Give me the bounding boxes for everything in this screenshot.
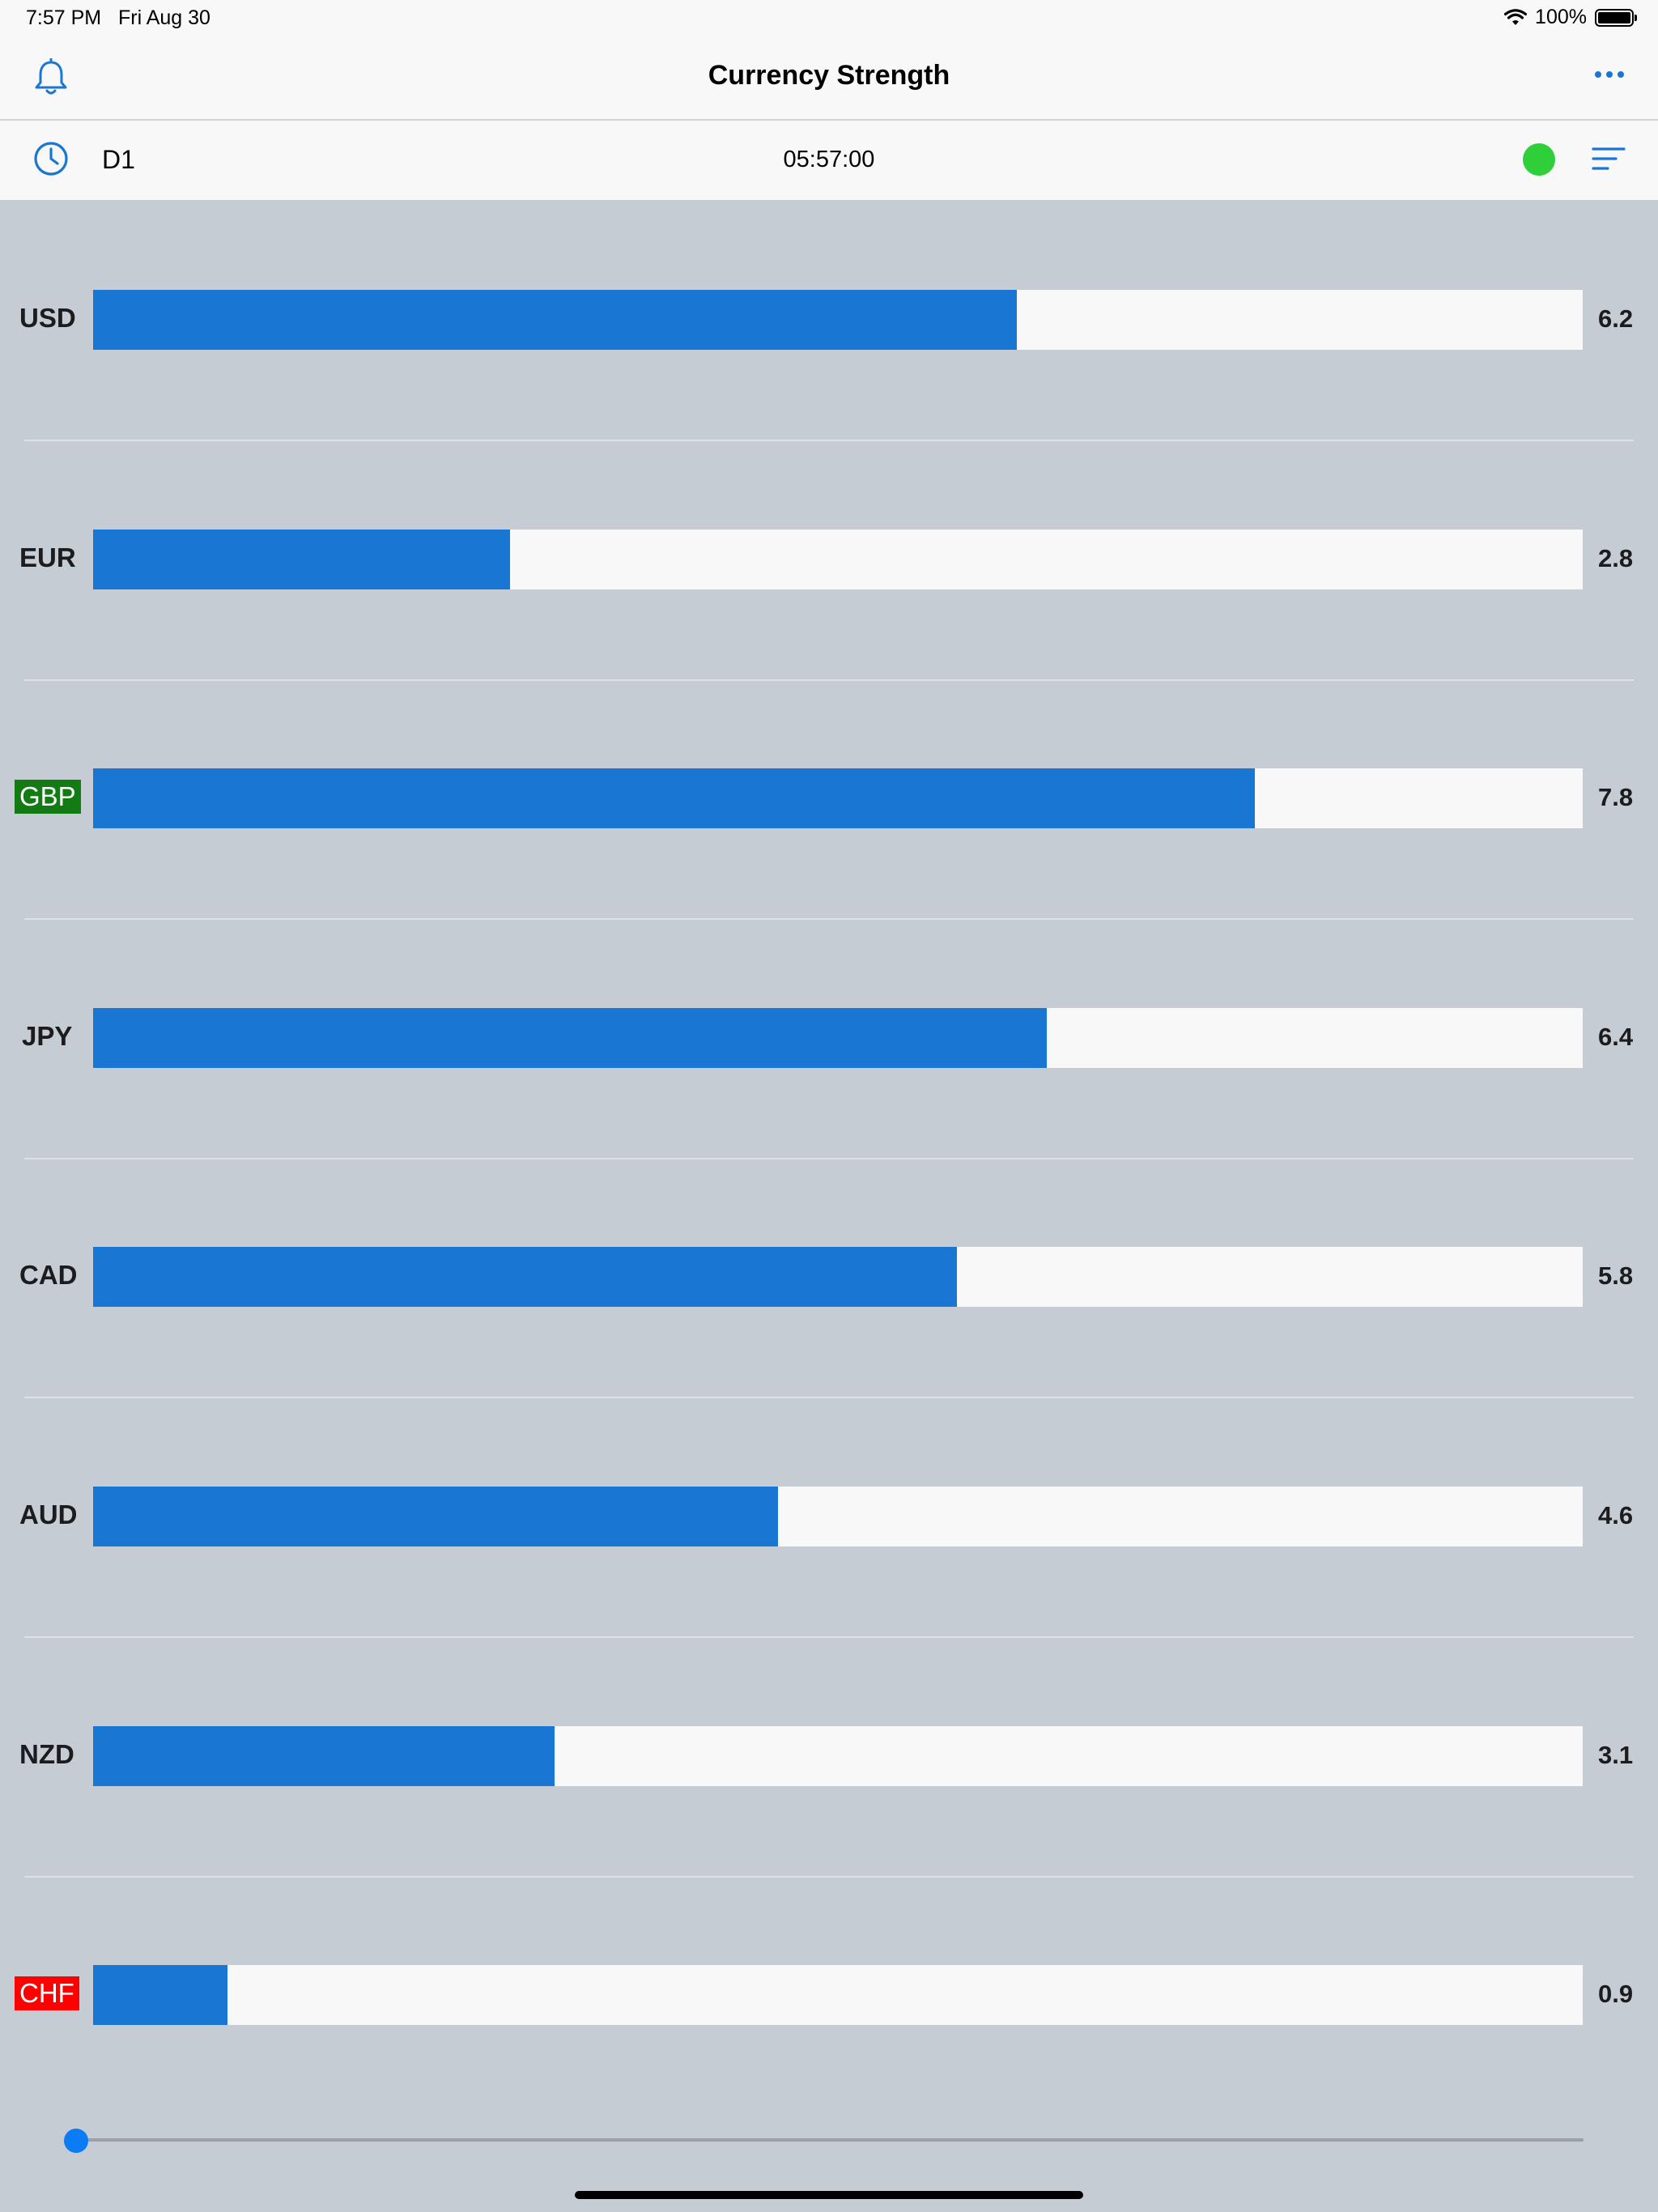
strength-bar — [93, 1008, 1047, 1068]
strength-bar — [93, 1247, 958, 1307]
status-right: 100% — [1504, 6, 1637, 29]
strength-value: 0.9 — [1598, 1980, 1634, 2008]
strength-track — [93, 530, 1583, 589]
strength-bar — [93, 290, 1017, 350]
row-separator — [24, 1397, 1634, 1398]
status-time: 7:57 PM — [26, 6, 102, 29]
timeframe-toolbar: D1 05:57:00 — [0, 121, 1658, 200]
strength-track — [93, 290, 1583, 350]
history-slider-knob[interactable] — [64, 2129, 88, 2153]
strength-bar — [93, 1487, 779, 1546]
currency-label: CHF — [15, 1976, 79, 2010]
strength-value: 2.8 — [1598, 544, 1634, 572]
currency-label: GBP — [15, 780, 81, 814]
currency-row: GBP 7.8 — [0, 768, 1658, 828]
strength-value: 6.4 — [1598, 1023, 1634, 1051]
strength-track — [93, 1247, 1583, 1307]
currency-label: EUR — [19, 542, 76, 572]
strength-bar — [93, 1965, 227, 2025]
currency-label: AUD — [19, 1499, 78, 1529]
countdown-timer: 05:57:00 — [783, 147, 875, 172]
strength-value: 6.2 — [1598, 304, 1634, 333]
strength-bar — [93, 1726, 555, 1786]
currency-row: CAD 5.8 — [0, 1247, 1658, 1307]
page-title: Currency Strength — [708, 60, 950, 91]
currency-label: JPY — [22, 1021, 73, 1051]
status-date: Fri Aug 30 — [118, 6, 210, 29]
wifi-icon — [1504, 8, 1528, 25]
strength-track — [93, 1008, 1583, 1068]
more-icon[interactable] — [1593, 66, 1626, 83]
history-slider-track[interactable] — [76, 2138, 1584, 2142]
currency-row: USD 6.2 — [0, 290, 1658, 350]
row-separator — [24, 1158, 1634, 1159]
currency-label: NZD — [19, 1739, 74, 1769]
strength-value: 3.1 — [1598, 1741, 1634, 1769]
battery-icon — [1595, 8, 1637, 27]
status-bar: 7:57 PM Fri Aug 30 100% — [0, 0, 1658, 37]
currency-row: EUR 2.8 — [0, 530, 1658, 589]
sort-icon[interactable] — [1592, 145, 1626, 172]
currency-row: AUD 4.6 — [0, 1487, 1658, 1546]
strength-track — [93, 768, 1583, 828]
battery-percent: 100% — [1535, 6, 1587, 28]
connection-status-dot — [1523, 143, 1555, 176]
strength-track — [93, 1965, 1583, 2025]
row-separator — [24, 679, 1634, 681]
home-indicator — [575, 2191, 1083, 2199]
strength-track — [93, 1487, 1583, 1546]
navigation-bar: Currency Strength — [0, 37, 1658, 121]
row-separator — [24, 1636, 1634, 1638]
strength-track — [93, 1726, 1583, 1786]
strength-bar — [93, 530, 511, 589]
row-separator — [24, 918, 1634, 920]
currency-row: CHF 0.9 — [0, 1965, 1658, 2025]
currency-label: CAD — [19, 1260, 78, 1290]
strength-value: 4.6 — [1598, 1501, 1634, 1529]
strength-bar — [93, 768, 1256, 828]
strength-value: 7.8 — [1598, 783, 1634, 811]
currency-label: USD — [19, 303, 76, 333]
row-separator — [24, 1876, 1634, 1878]
strength-value: 5.8 — [1598, 1261, 1634, 1290]
row-separator — [24, 440, 1634, 441]
currency-row: JPY 6.4 — [0, 1008, 1658, 1068]
currency-row: NZD 3.1 — [0, 1726, 1658, 1786]
